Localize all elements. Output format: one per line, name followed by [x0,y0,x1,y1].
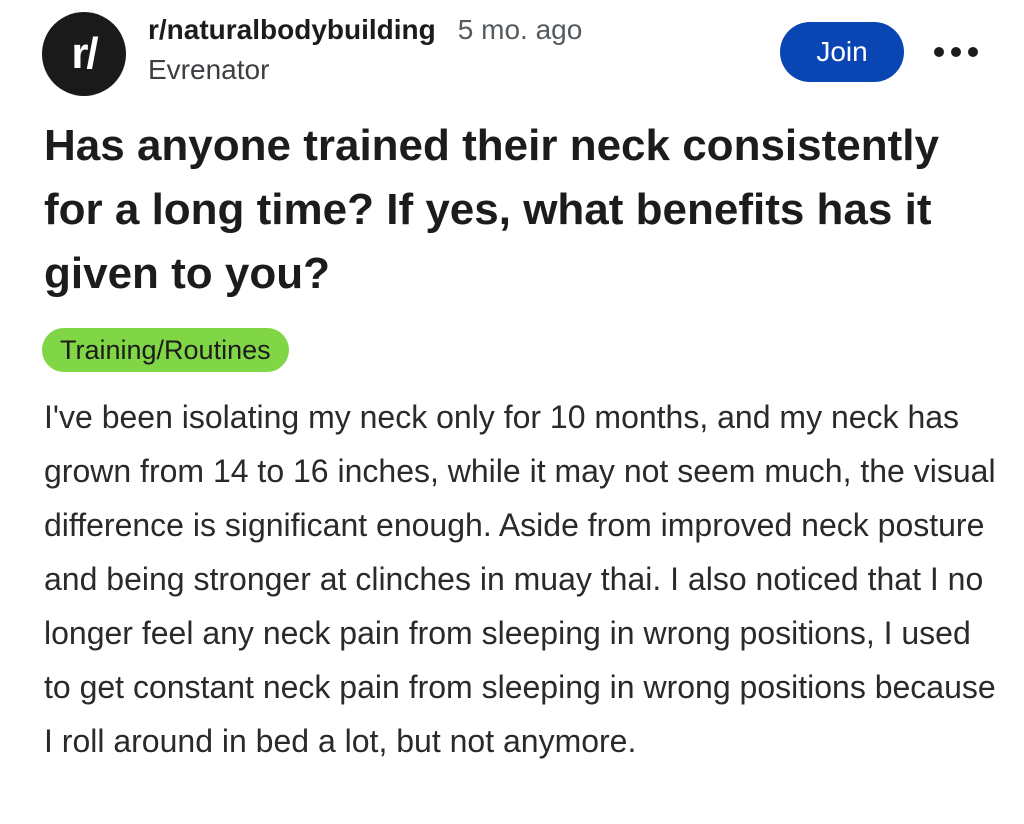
post-time: 5 mo. ago [457,14,583,45]
post-body: I've been isolating my neck only for 10 … [44,399,996,759]
more-dot [968,47,978,57]
more-options-icon[interactable] [934,40,978,64]
post-title[interactable]: Has anyone trained their neck consistent… [44,114,994,306]
post-card: r/ r/naturalbodybuilding 5 mo. ago Evren… [0,0,1024,824]
post-meta-line: r/naturalbodybuilding 5 mo. ago [148,14,582,46]
join-button[interactable]: Join [780,22,904,82]
subreddit-avatar[interactable]: r/ [42,12,126,96]
post-meta: r/naturalbodybuilding 5 mo. ago Evrenato… [148,14,582,86]
subreddit-name[interactable]: r/naturalbodybuilding [148,14,436,46]
subreddit-avatar-text: r/ [71,29,98,78]
more-dot [934,47,944,57]
post-flair[interactable]: Training/Routines [42,328,289,372]
more-dot [951,47,961,57]
author-name[interactable]: Evrenator [148,54,582,86]
